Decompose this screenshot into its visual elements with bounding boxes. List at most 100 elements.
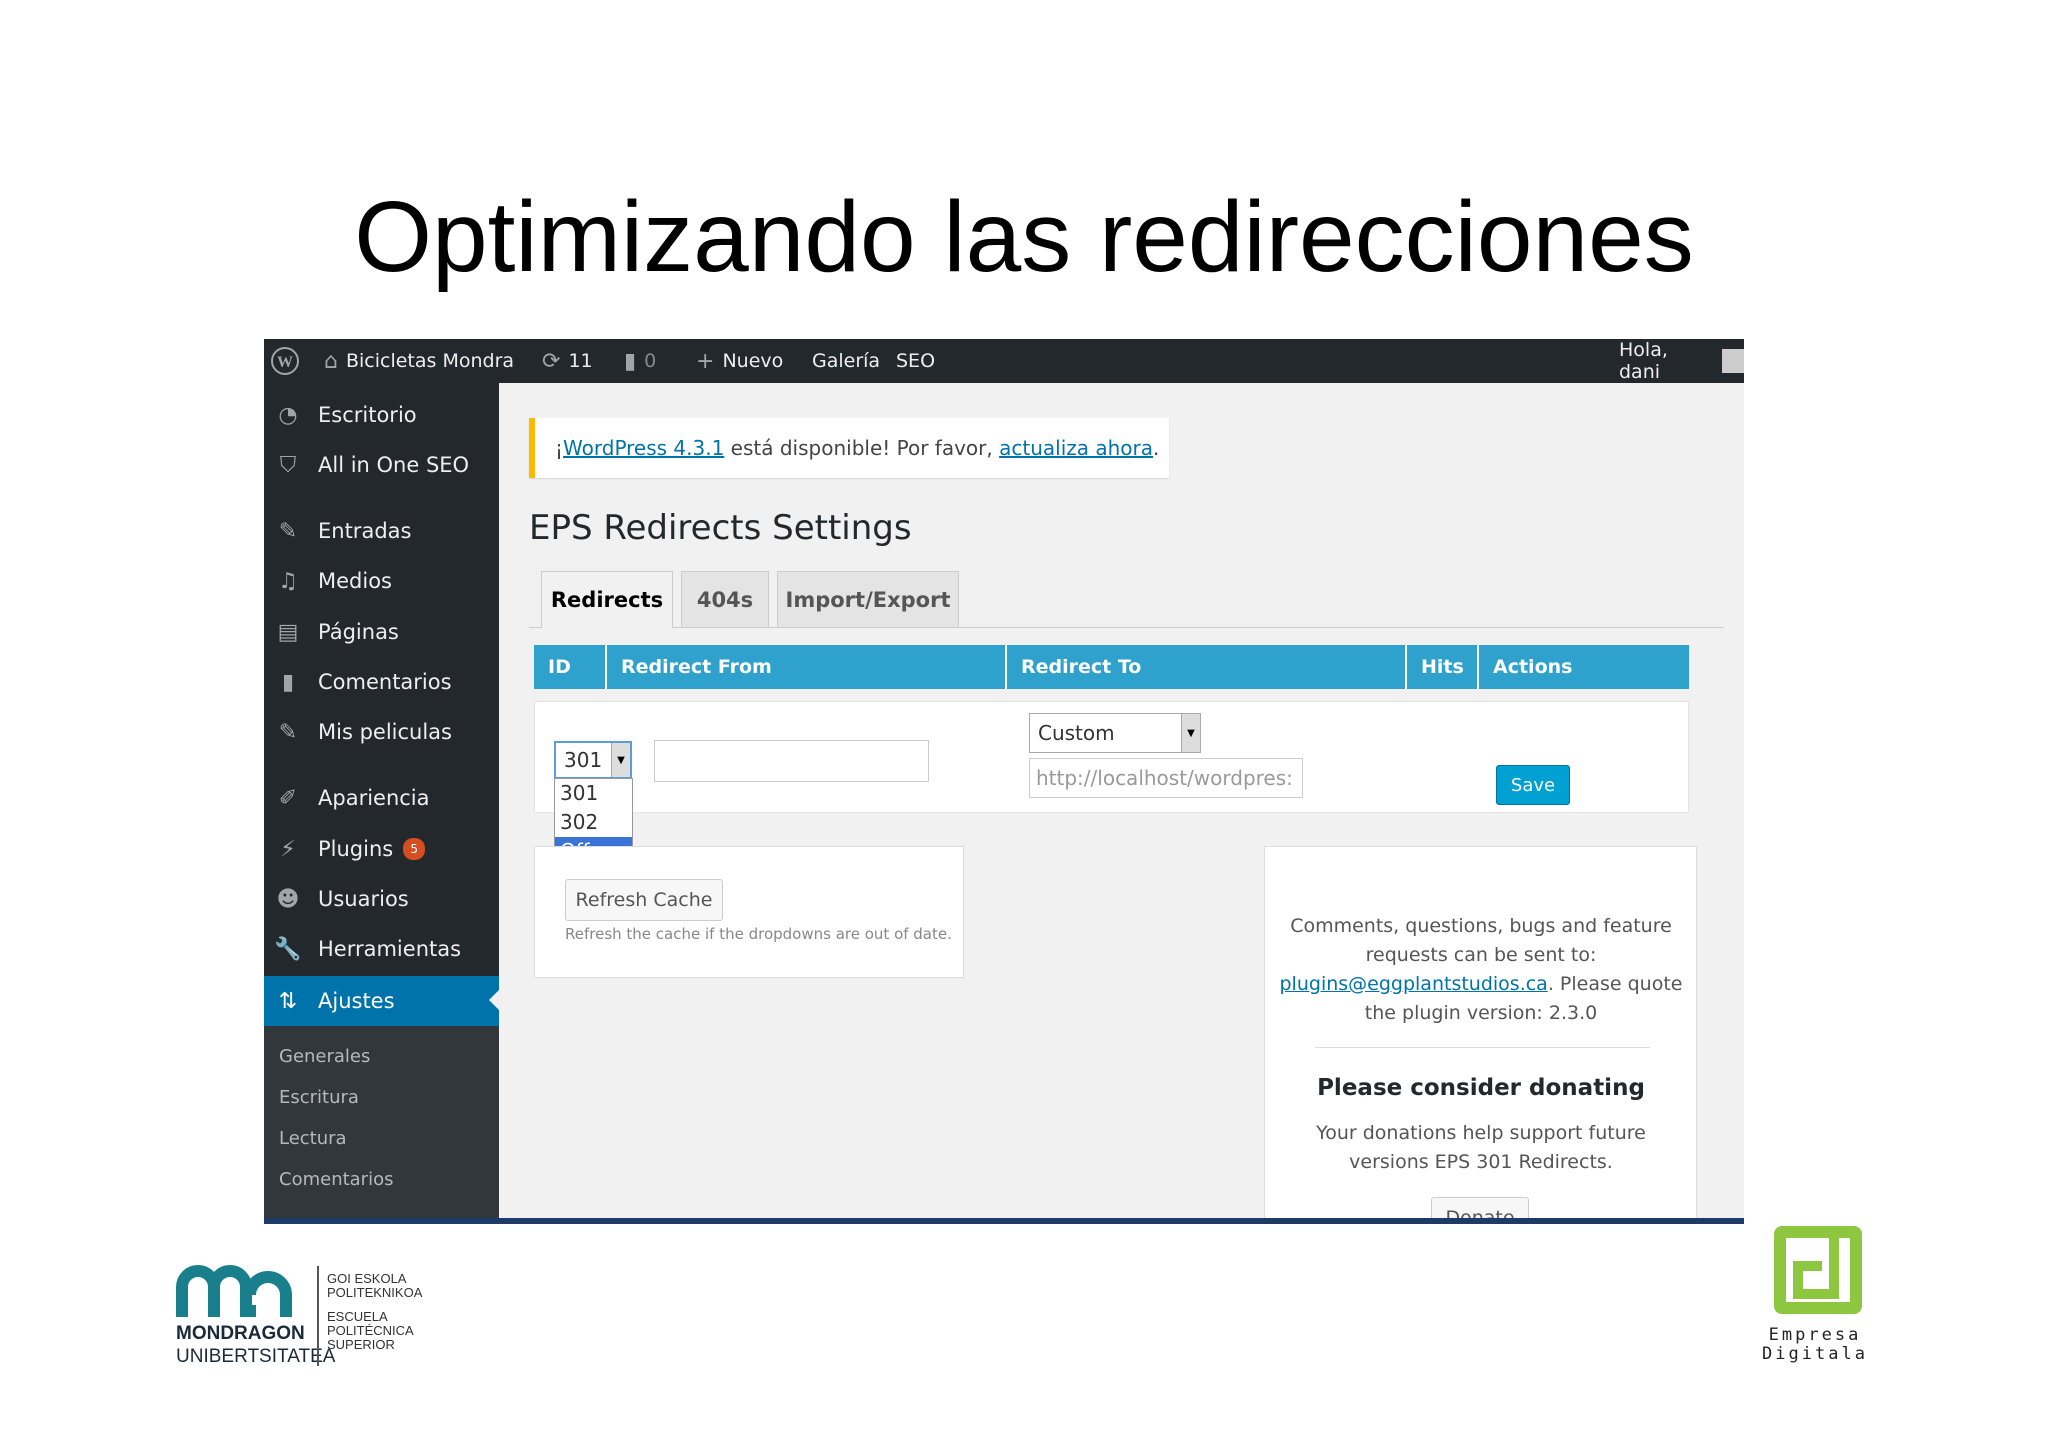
slide-title: Optimizando las redirecciones (354, 181, 1694, 293)
sidebar-item-entradas[interactable]: ✎ Entradas (264, 507, 499, 555)
sidebar-item-label: Apariencia (318, 786, 430, 810)
greeting: Hola, dani (1619, 339, 1668, 383)
site-name: Bicicletas Mondra (345, 350, 515, 372)
refresh-cache-button[interactable]: Refresh Cache (565, 879, 723, 921)
submenu-item-lectura[interactable]: Lectura (279, 1128, 347, 1149)
school-line: SUPERIOR (327, 1337, 395, 1352)
updates-link[interactable]: ⟳ 11 (542, 339, 593, 383)
gallery-link[interactable]: Galería (812, 339, 880, 383)
update-now-link[interactable]: actualiza ahora (999, 436, 1153, 460)
sidebar-item-label: Ajustes (318, 989, 395, 1013)
sidebar-item-paginas[interactable]: ▤ Páginas (264, 608, 499, 656)
sidebar-item-ajustes[interactable]: ⇅ Ajustes (264, 976, 499, 1026)
school-line: POLITÉCNICA (327, 1323, 414, 1338)
home-icon: ⌂ (324, 348, 338, 374)
active-indicator (489, 990, 499, 1010)
users-icon: ☻ (276, 886, 300, 912)
gallery-label: Galería (812, 350, 881, 372)
support-email-link[interactable]: plugins@eggplantstudios.ca (1280, 973, 1548, 995)
redirects-table-header: ID Redirect From Redirect To Hits Action… (534, 645, 1689, 689)
sidebar-item-label: Usuarios (318, 887, 409, 911)
settings-submenu: Generales Escritura Lectura Comentarios (264, 1026, 499, 1224)
sidebar-item-label: Escritorio (318, 403, 417, 427)
new-content-link[interactable]: + Nuevo (696, 339, 783, 383)
sidebar-item-mis-peliculas[interactable]: ✎ Mis peliculas (264, 708, 499, 756)
submenu-item-generales[interactable]: Generales (279, 1046, 370, 1067)
sidebar-item-usuarios[interactable]: ☻ Usuarios (264, 875, 499, 923)
redirect-to-type-select[interactable]: Custom ▼ (1029, 713, 1201, 753)
tab-redirects[interactable]: Redirects (541, 571, 673, 628)
redirect-to-url-input[interactable]: http://localhost/wordpres: (1029, 758, 1303, 798)
column-id: ID (534, 645, 607, 689)
comment-icon: ▮ (624, 348, 637, 374)
cache-panel: Refresh Cache Refresh the cache if the d… (534, 846, 964, 978)
pin-icon: ✎ (278, 518, 298, 544)
school-line: POLITEKNIKOA (327, 1285, 423, 1300)
sidebar-item-label: Comentarios (318, 670, 452, 694)
university-name-line1: MONDRAGON (176, 1323, 305, 1344)
sidebar-item-all-in-one-seo[interactable]: ⛉ All in One SEO (264, 441, 499, 489)
chevron-down-icon: ▼ (611, 743, 630, 777)
submenu-item-comentarios[interactable]: Comentarios (279, 1169, 393, 1190)
school-name-basque: GOI ESKOLA POLITEKNIKOA (327, 1272, 422, 1300)
column-redirect-to: Redirect To (1007, 645, 1407, 689)
save-button[interactable]: Save (1496, 765, 1570, 805)
tab-404s[interactable]: 404s (681, 571, 769, 627)
notice-suffix: . (1153, 436, 1160, 460)
status-option-302[interactable]: 302 (555, 808, 632, 837)
sidebar-item-comentarios[interactable]: ▮ Comentarios (264, 658, 499, 706)
sidebar-item-plugins[interactable]: ⚡ Plugins 5 (264, 825, 499, 873)
account-menu[interactable]: Hola, dani (1619, 339, 1744, 383)
sidebar-item-medios[interactable]: ♫ Medios (264, 557, 499, 605)
university-name: MONDRAGON UNIBERTSITATEA (176, 1322, 335, 1368)
sidebar-item-herramientas[interactable]: 🔧 Herramientas (264, 925, 499, 973)
site-name-link[interactable]: ⌂ Bicicletas Mondra (324, 339, 514, 383)
refresh-icon: ⟳ (542, 348, 561, 374)
status-select[interactable]: 301 ▼ (554, 741, 632, 779)
sidebar-item-apariencia[interactable]: ✐ Apariencia (264, 774, 499, 822)
redirect-from-input[interactable] (654, 740, 929, 782)
sidebar-item-escritorio[interactable]: ◔ Escritorio (264, 391, 499, 439)
settings-tabs: Redirects 404s Import/Export (529, 571, 1724, 628)
wordpress-screenshot: W ⌂ Bicicletas Mondra ⟳ 11 ▮ 0 + Nuevo G… (264, 339, 1744, 1224)
sidebar-item-label: Plugins (318, 837, 394, 861)
settings-icon: ⇅ (278, 988, 298, 1014)
wrench-icon: 🔧 (274, 936, 302, 962)
new-label: Nuevo (722, 350, 784, 372)
redirect-to-type-value: Custom (1038, 721, 1115, 745)
main-content: ¡ WordPress 4.3.1 está disponible! Por f… (499, 383, 1744, 1224)
refresh-cache-help: Refresh the cache if the dropdowns are o… (565, 925, 952, 943)
seo-label: SEO (896, 350, 936, 372)
school-line: GOI ESKOLA (327, 1271, 407, 1286)
status-select-value: 301 (564, 748, 603, 772)
status-option-301[interactable]: 301 (555, 779, 632, 808)
donate-text: Your donations help support future versi… (1316, 1122, 1646, 1173)
media-icon: ♫ (278, 568, 298, 594)
sidebar-item-label: Mis peliculas (318, 720, 452, 744)
update-notice: ¡ WordPress 4.3.1 está disponible! Por f… (529, 418, 1169, 478)
page-title: EPS Redirects Settings (529, 508, 912, 548)
school-line: ESCUELA (327, 1309, 388, 1324)
comments-link[interactable]: ▮ 0 (624, 339, 656, 383)
notice-prefix: ¡ (555, 436, 564, 460)
university-name-line2: UNIBERTSITATEA (176, 1346, 336, 1367)
pages-icon: ▤ (277, 619, 299, 645)
ed-line2: Digitala (1762, 1344, 1868, 1364)
support-text: Comments, questions, bugs and feature re… (1266, 912, 1696, 1028)
dashboard-icon: ◔ (278, 402, 298, 428)
submenu-item-escritura[interactable]: Escritura (279, 1087, 359, 1108)
wordpress-version-link[interactable]: WordPress 4.3.1 (563, 436, 724, 460)
support-text-before: Comments, questions, bugs and feature re… (1290, 915, 1672, 966)
column-hits: Hits (1407, 645, 1479, 689)
wordpress-logo-icon[interactable]: W (270, 339, 300, 383)
pin-icon: ✎ (278, 719, 298, 745)
seo-link[interactable]: SEO (896, 339, 935, 383)
tab-import-export[interactable]: Import/Export (777, 571, 959, 627)
admin-sidebar: ◔ Escritorio ⛉ All in One SEO ✎ Entradas… (264, 383, 499, 1224)
sidebar-item-label: Herramientas (318, 937, 462, 961)
brush-icon: ✐ (278, 785, 298, 811)
chevron-down-icon: ▼ (1181, 714, 1200, 752)
empresa-digitala-text: Empresa Digitala (1760, 1326, 1870, 1364)
sidebar-item-label: Páginas (318, 620, 399, 644)
column-actions: Actions (1493, 656, 1573, 678)
